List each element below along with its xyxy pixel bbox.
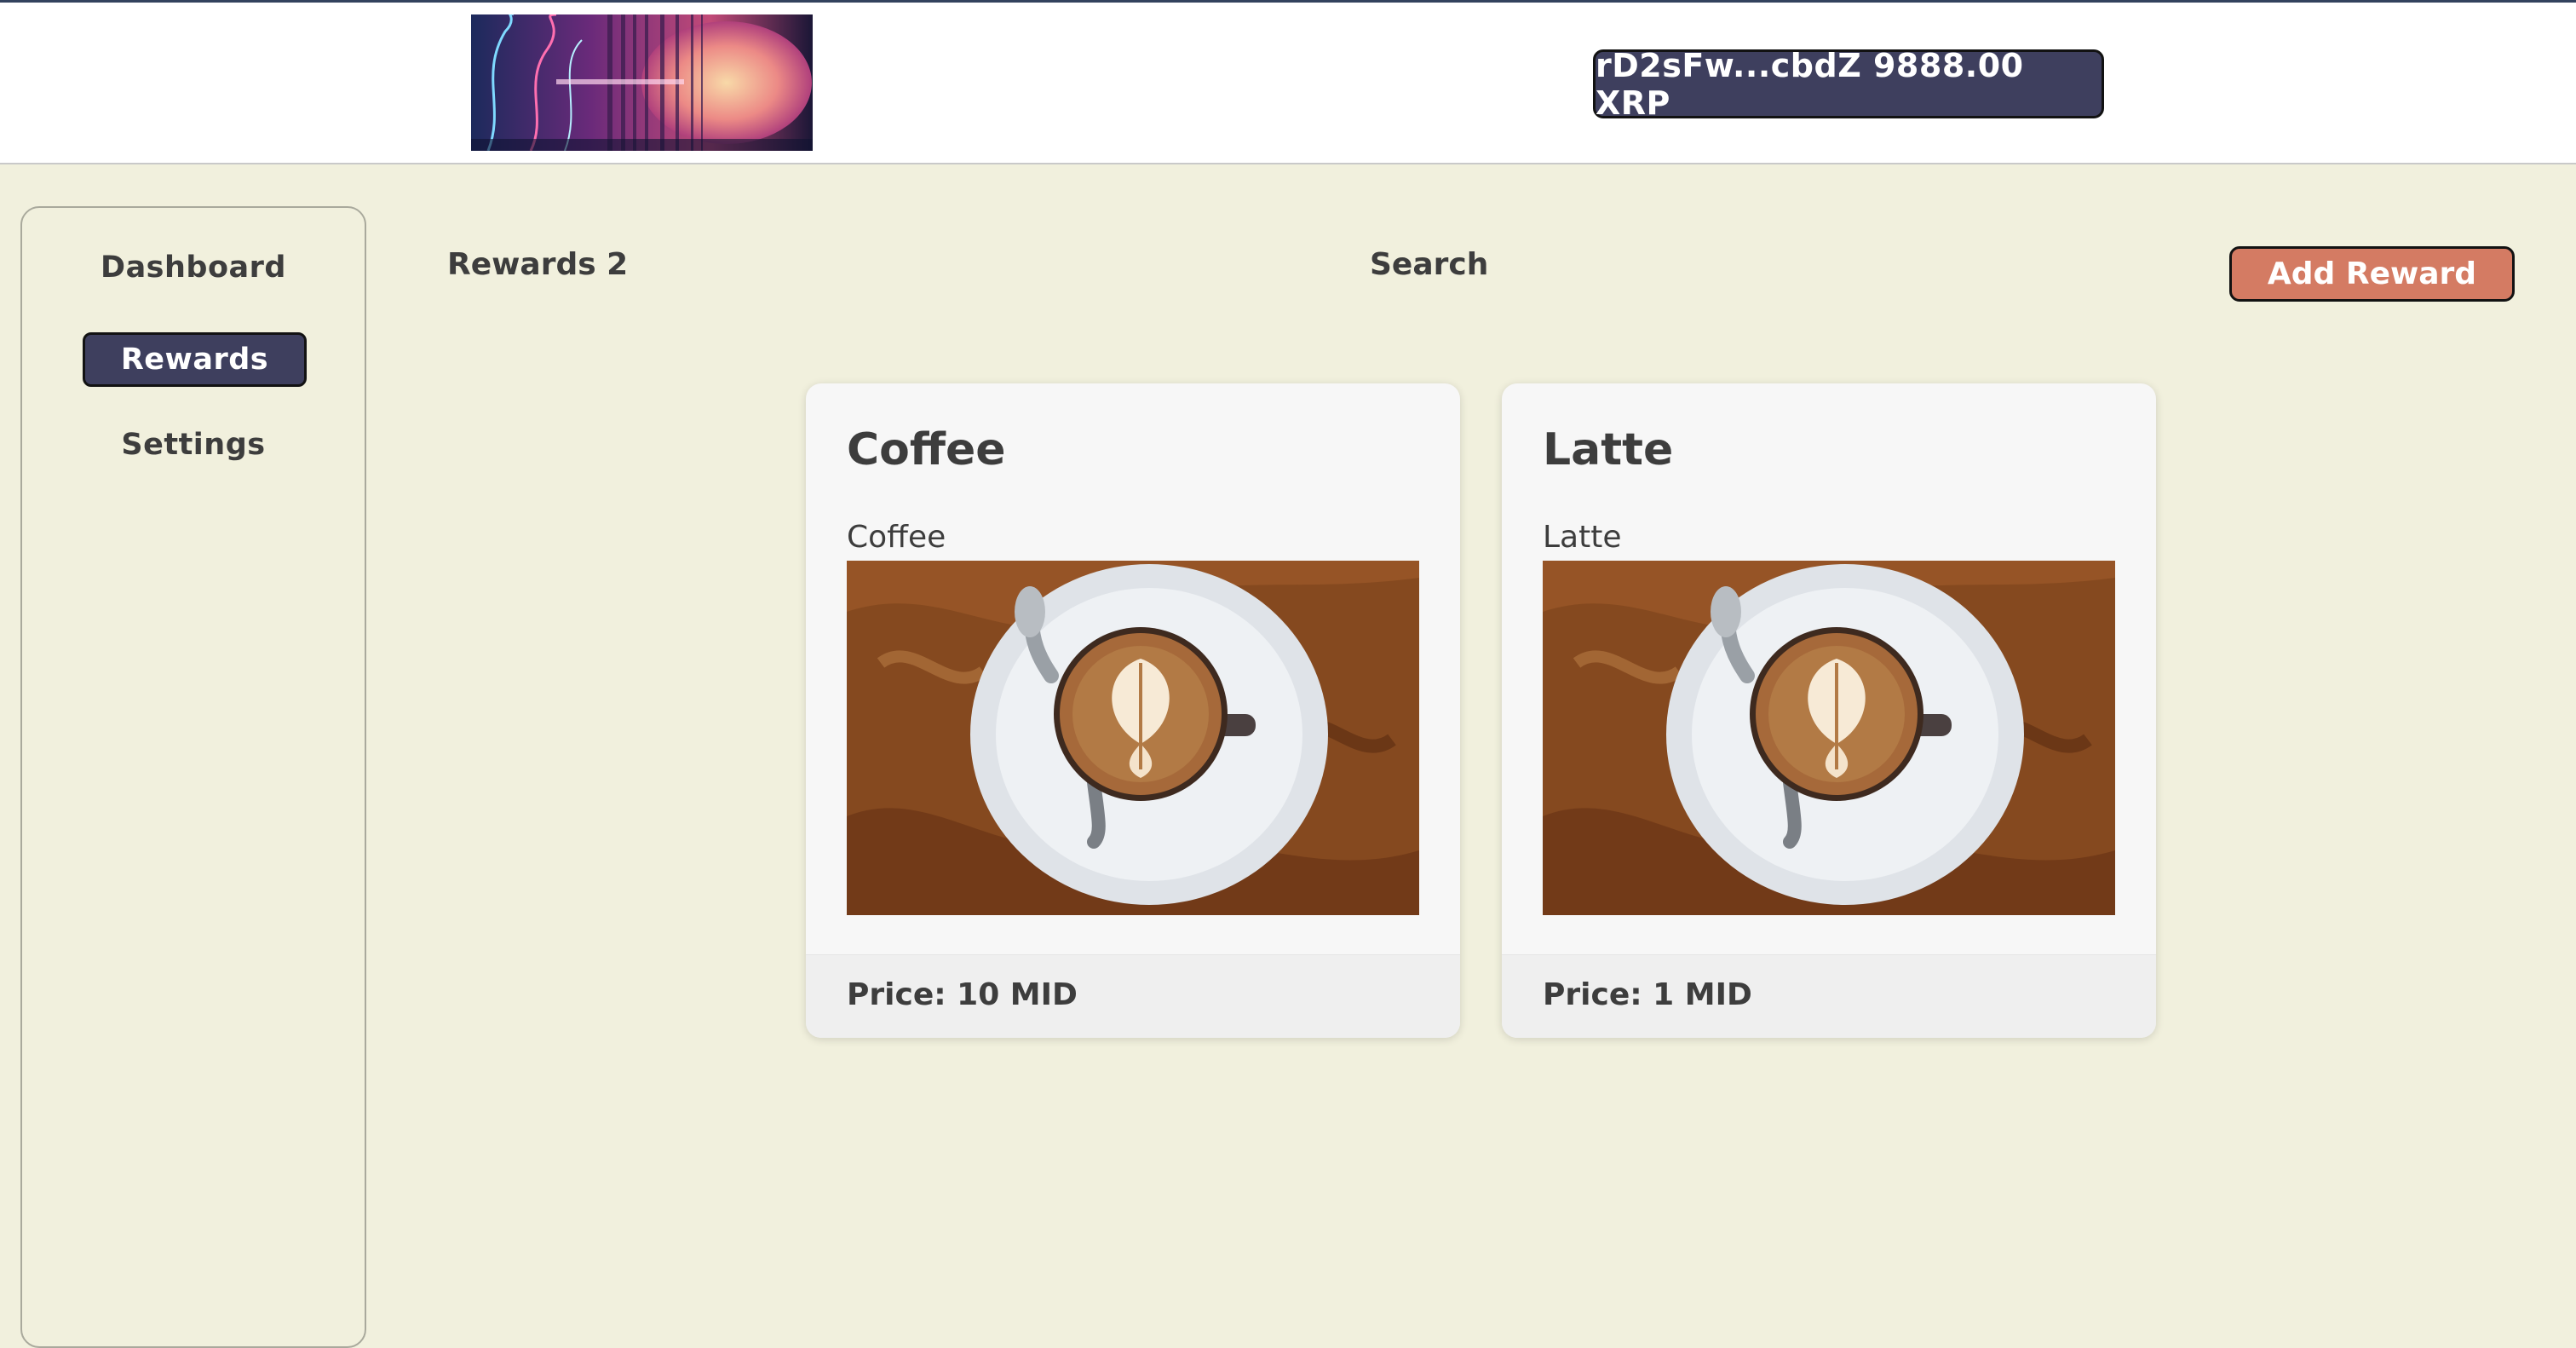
synthwave-logo-icon xyxy=(471,14,813,151)
latte-art-icon xyxy=(847,561,1419,915)
sidebar-item-dashboard[interactable]: Dashboard xyxy=(22,251,365,285)
page-title: Rewards 2 xyxy=(447,247,629,282)
latte-art-icon xyxy=(1543,561,2115,915)
coffee-image xyxy=(847,561,1419,915)
card-title: Latte xyxy=(1543,424,1674,475)
card-subtitle: Latte xyxy=(1543,520,1622,555)
wallet-balance-button[interactable]: rD2sFw...cbdZ 9888.00 XRP xyxy=(1593,47,2104,122)
reward-card-latte[interactable]: Latte Latte Price: 1 MID xyxy=(1502,383,2156,1038)
sidebar: Dashboard Rewards Settings xyxy=(20,206,366,1348)
card-title: Coffee xyxy=(847,424,1006,475)
sidebar-item-rewards[interactable]: Rewards xyxy=(83,332,307,387)
reward-card-coffee[interactable]: Coffee Coffee Price: 10 MID xyxy=(806,383,1460,1038)
card-subtitle: Coffee xyxy=(847,520,946,555)
add-reward-button[interactable]: Add Reward xyxy=(2229,246,2515,302)
card-price: Price: 1 MID xyxy=(1543,977,1752,1012)
app-logo[interactable] xyxy=(471,14,813,151)
sidebar-item-settings[interactable]: Settings xyxy=(22,428,365,462)
card-footer: Price: 10 MID xyxy=(806,954,1460,1038)
search-label[interactable]: Search xyxy=(1370,247,1488,282)
card-footer: Price: 1 MID xyxy=(1502,954,2156,1038)
top-header: rD2sFw...cbdZ 9888.00 XRP xyxy=(0,3,2576,164)
latte-image xyxy=(1543,561,2115,915)
card-price: Price: 10 MID xyxy=(847,977,1078,1012)
